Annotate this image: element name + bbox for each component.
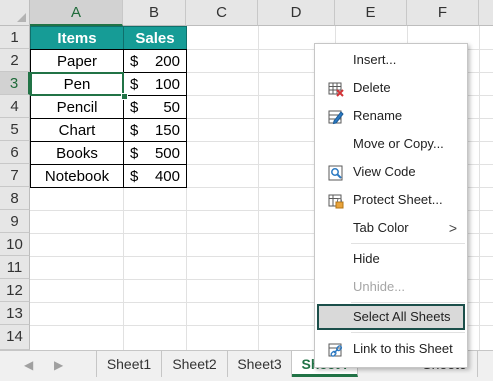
menu-item-label: Protect Sheet... — [353, 192, 443, 207]
sales-cell[interactable]: $ 500 — [123, 141, 187, 165]
menu-item-move-or-copy[interactable]: Move or Copy... — [315, 131, 467, 157]
row-header-3[interactable]: 3 — [0, 72, 30, 95]
menu-item-label: Move or Copy... — [353, 136, 444, 151]
column-header-b[interactable]: B — [123, 0, 186, 26]
table-header-sales[interactable]: Sales — [123, 26, 187, 50]
sales-cell[interactable]: $ 150 — [123, 118, 187, 142]
row-header-9[interactable]: 9 — [0, 210, 30, 233]
currency-symbol: $ — [130, 168, 139, 185]
menu-item-label: View Code — [353, 164, 416, 179]
protect-sheet-icon — [328, 192, 344, 209]
menu-item-tab-color[interactable]: Tab Color > — [315, 215, 467, 241]
rename-icon — [328, 108, 344, 125]
menu-item-view-code[interactable]: View Code — [315, 159, 467, 185]
item-cell[interactable]: Paper — [30, 49, 124, 73]
menu-item-rename[interactable]: Rename — [315, 103, 467, 129]
item-cell[interactable]: Chart — [30, 118, 124, 142]
menu-item-link-to-sheet[interactable]: Link to this Sheet — [315, 336, 467, 362]
row-header-14[interactable]: 14 — [0, 325, 30, 350]
sales-value: 200 — [154, 53, 180, 70]
currency-symbol: $ — [130, 145, 139, 162]
item-cell[interactable]: Notebook — [30, 164, 124, 188]
currency-symbol: $ — [130, 53, 139, 70]
column-header-partial — [479, 0, 493, 26]
currency-symbol: $ — [130, 99, 139, 116]
row-header-7[interactable]: 7 — [0, 164, 30, 187]
sales-value: 400 — [154, 168, 180, 185]
menu-item-hide[interactable]: Hide — [315, 246, 467, 272]
sales-cell[interactable]: $ 100 — [123, 72, 187, 96]
row-header-5[interactable]: 5 — [0, 118, 30, 141]
row-header-4[interactable]: 4 — [0, 95, 30, 118]
active-cell-cursor — [30, 72, 128, 100]
sales-value: 500 — [154, 145, 180, 162]
menu-item-label: Unhide... — [353, 279, 406, 294]
menu-item-insert[interactable]: Insert... — [315, 47, 467, 73]
menu-item-label: Select All Sheets — [353, 309, 451, 324]
column-header-c[interactable]: C — [186, 0, 258, 26]
row-header-11[interactable]: 11 — [0, 256, 30, 279]
sales-cell[interactable]: $ 400 — [123, 164, 187, 188]
currency-symbol: $ — [130, 122, 139, 139]
row-header-10[interactable]: 10 — [0, 233, 30, 256]
sales-cell[interactable]: $ 50 — [123, 95, 187, 119]
menu-item-label: Link to this Sheet — [353, 341, 453, 356]
sales-value: 50 — [163, 99, 180, 116]
delete-sheet-icon — [328, 80, 344, 97]
row-header-2[interactable]: 2 — [0, 49, 30, 72]
row-header-12[interactable]: 12 — [0, 279, 30, 302]
menu-item-label: Delete — [353, 80, 391, 95]
select-all-corner[interactable] — [0, 0, 30, 26]
tab-sheet1[interactable]: Sheet1 — [96, 351, 162, 377]
link-icon — [328, 341, 344, 357]
menu-item-label: Hide — [353, 251, 380, 266]
menu-item-label: Tab Color — [353, 220, 409, 235]
tab-scroll-left-icon[interactable]: ◀ — [24, 358, 33, 372]
column-header-a[interactable]: A — [30, 0, 123, 26]
sales-value: 100 — [154, 76, 180, 93]
row-header-8[interactable]: 8 — [0, 187, 30, 210]
tab-sheet3[interactable]: Sheet3 — [228, 351, 292, 377]
sales-cell[interactable]: $ 200 — [123, 49, 187, 73]
menu-item-unhide: Unhide... — [315, 274, 467, 300]
menu-item-protect-sheet[interactable]: Protect Sheet... — [315, 187, 467, 213]
sales-value: 150 — [154, 122, 180, 139]
table-header-items[interactable]: Items — [30, 26, 124, 50]
column-header-f[interactable]: F — [407, 0, 479, 26]
menu-item-select-all-sheets[interactable]: Select All Sheets — [317, 304, 465, 330]
tab-scroll-right-icon[interactable]: ▶ — [54, 358, 63, 372]
row-header-1[interactable]: 1 — [0, 26, 30, 49]
view-code-icon — [328, 164, 344, 181]
sheet-tab-context-menu: Insert... Delete Rename Move or Copy... … — [314, 43, 468, 368]
tab-sheet2[interactable]: Sheet2 — [162, 351, 228, 377]
menu-item-label: Rename — [353, 108, 403, 123]
item-cell[interactable]: Pencil — [30, 95, 124, 119]
menu-item-label: Insert... — [353, 52, 397, 67]
menu-separator — [351, 332, 465, 333]
column-header-d[interactable]: D — [258, 0, 335, 26]
row-header-6[interactable]: 6 — [0, 141, 30, 164]
item-cell[interactable]: Books — [30, 141, 124, 165]
currency-symbol: $ — [130, 76, 139, 93]
menu-item-delete[interactable]: Delete — [315, 75, 467, 101]
menu-separator — [351, 243, 465, 244]
column-header-e[interactable]: E — [335, 0, 407, 26]
row-header-13[interactable]: 13 — [0, 302, 30, 325]
menu-separator — [351, 302, 465, 303]
submenu-arrow-icon: > — [448, 220, 457, 236]
